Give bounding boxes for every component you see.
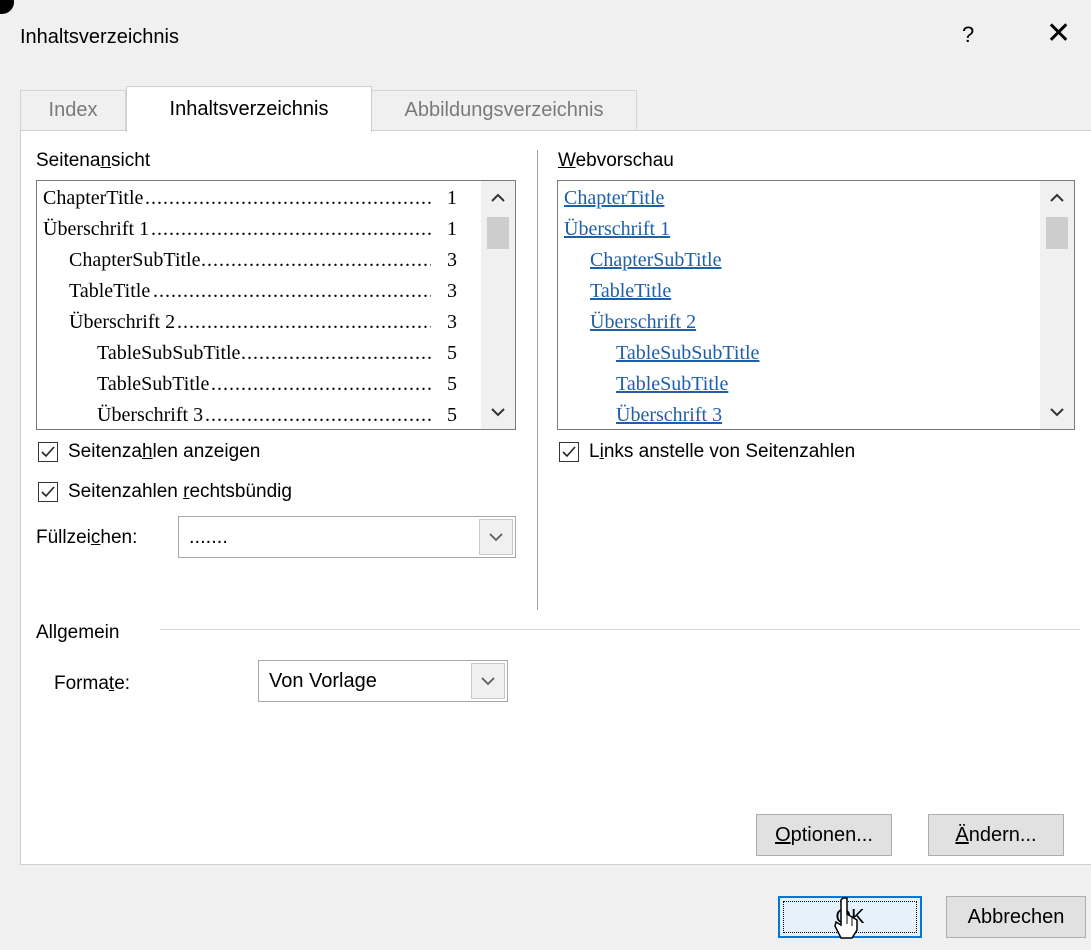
web-preview-scrollbar[interactable] — [1040, 181, 1074, 429]
toc-page-number: 3 — [446, 280, 457, 303]
toc-entry-text: ChapterSubTitle — [69, 249, 202, 271]
toc-preview-entry: ........................................… — [43, 187, 457, 215]
chevron-up-icon[interactable] — [481, 181, 515, 215]
toc-page-number: 5 — [446, 373, 457, 396]
toc-preview-entry: ........................................… — [97, 373, 457, 401]
web-preview-link[interactable]: Überschrift 2 — [590, 311, 696, 334]
web-preview-label: Webvorschau — [558, 150, 674, 171]
toc-page-number: 3 — [446, 249, 457, 272]
chevron-up-icon[interactable] — [1040, 181, 1074, 215]
web-preview-link[interactable]: TableSubSubTitle — [616, 342, 759, 365]
chevron-down-icon[interactable] — [1040, 395, 1074, 429]
tab-leader-label: Füllzeichen: — [36, 527, 138, 548]
tab-index-label: Index — [48, 99, 98, 121]
tab-table-of-figures[interactable]: Abbildungsverzeichnis — [371, 90, 637, 130]
tab-toc-label: Inhaltsverzeichnis — [169, 98, 329, 120]
modify-button[interactable]: Ändern... — [928, 814, 1064, 856]
checkmark-icon — [562, 446, 576, 458]
general-group-line — [160, 629, 1080, 630]
tab-leader-value: ....... — [189, 526, 228, 548]
scrollbar-thumb[interactable] — [487, 217, 509, 249]
print-preview-scrollbar[interactable] — [481, 181, 515, 429]
web-preview-link[interactable]: Überschrift 1 — [564, 218, 670, 241]
web-preview-link[interactable]: ChapterTitle — [564, 187, 664, 210]
print-preview-list[interactable]: ........................................… — [36, 180, 516, 430]
toc-preview-entry: ........................................… — [69, 311, 457, 339]
toc-preview-entry: ........................................… — [69, 280, 457, 308]
formats-select[interactable]: Von Vorlage — [258, 660, 508, 702]
web-preview-link[interactable]: TableSubTitle — [616, 373, 728, 396]
toc-entry-text: Überschrift 3 — [97, 404, 205, 426]
general-group-label: Allgemein — [36, 622, 120, 643]
toc-preview-entry: ........................................… — [69, 249, 457, 277]
options-button-label: Optionen... — [775, 823, 873, 846]
column-divider — [537, 150, 538, 610]
show-page-numbers-checkbox[interactable] — [38, 442, 58, 462]
web-preview-link[interactable]: Überschrift 3 — [616, 404, 722, 427]
web-preview-link[interactable]: ChapterSubTitle — [590, 249, 722, 272]
toc-preview-entry: ........................................… — [97, 342, 457, 370]
toc-entry-text: TableSubTitle — [97, 373, 211, 395]
web-preview-link[interactable]: TableTitle — [590, 280, 671, 303]
cancel-button[interactable]: Abbrechen — [946, 896, 1086, 938]
scrollbar-thumb[interactable] — [1046, 217, 1068, 249]
toc-page-number: 5 — [446, 404, 457, 427]
corner-artifact — [0, 0, 14, 14]
tab-leader-select[interactable]: ....... — [178, 516, 516, 558]
toc-entry-text: ChapterTitle — [43, 187, 145, 209]
help-button[interactable]: ? — [962, 22, 974, 48]
formats-value: Von Vorlage — [269, 670, 377, 692]
chevron-down-icon[interactable] — [479, 519, 513, 555]
toc-page-number: 3 — [446, 311, 457, 334]
right-align-checkbox[interactable] — [38, 482, 58, 502]
hyperlinks-checkbox[interactable] — [559, 442, 579, 462]
print-preview-label: Seitenansicht — [36, 150, 151, 171]
cancel-button-label: Abbrechen — [967, 905, 1065, 928]
hyperlinks-label[interactable]: Links anstelle von Seitenzahlen — [589, 441, 855, 463]
options-button[interactable]: Optionen... — [756, 814, 892, 856]
toc-entry-text: Überschrift 1 — [43, 218, 151, 240]
modify-button-label: Ändern... — [955, 823, 1037, 846]
tab-figures-label: Abbildungsverzeichnis — [404, 99, 604, 121]
toc-page-number: 1 — [446, 187, 457, 210]
toc-page-number: 5 — [446, 342, 457, 365]
dialog-title: Inhaltsverzeichnis — [20, 26, 179, 48]
formats-label: Formate: — [54, 673, 131, 694]
checkmark-icon — [41, 486, 55, 498]
toc-entry-text: TableTitle — [69, 280, 152, 302]
show-page-numbers-label[interactable]: Seitenzahlen anzeigen — [68, 441, 260, 463]
toc-preview-entry: ........................................… — [43, 218, 457, 246]
right-align-label[interactable]: Seitenzahlen rechtsbündig — [68, 481, 292, 503]
checkmark-icon — [41, 446, 55, 458]
close-button[interactable]: ✕ — [1046, 16, 1071, 51]
toc-page-number: 1 — [446, 218, 457, 241]
tab-index[interactable]: Index — [20, 90, 126, 130]
web-preview-list[interactable]: ChapterTitle Überschrift 1 ChapterSubTitle… — [557, 180, 1075, 430]
mouse-pointer-icon — [834, 897, 858, 939]
toc-entry-text: Überschrift 2 — [69, 311, 177, 333]
toc-preview-entry: ........................................… — [97, 404, 457, 429]
toc-entry-text: TableSubSubTitle — [97, 342, 242, 364]
chevron-down-icon[interactable] — [471, 663, 505, 699]
tab-table-of-contents[interactable]: Inhaltsverzeichnis — [126, 86, 372, 132]
chevron-down-icon[interactable] — [481, 395, 515, 429]
